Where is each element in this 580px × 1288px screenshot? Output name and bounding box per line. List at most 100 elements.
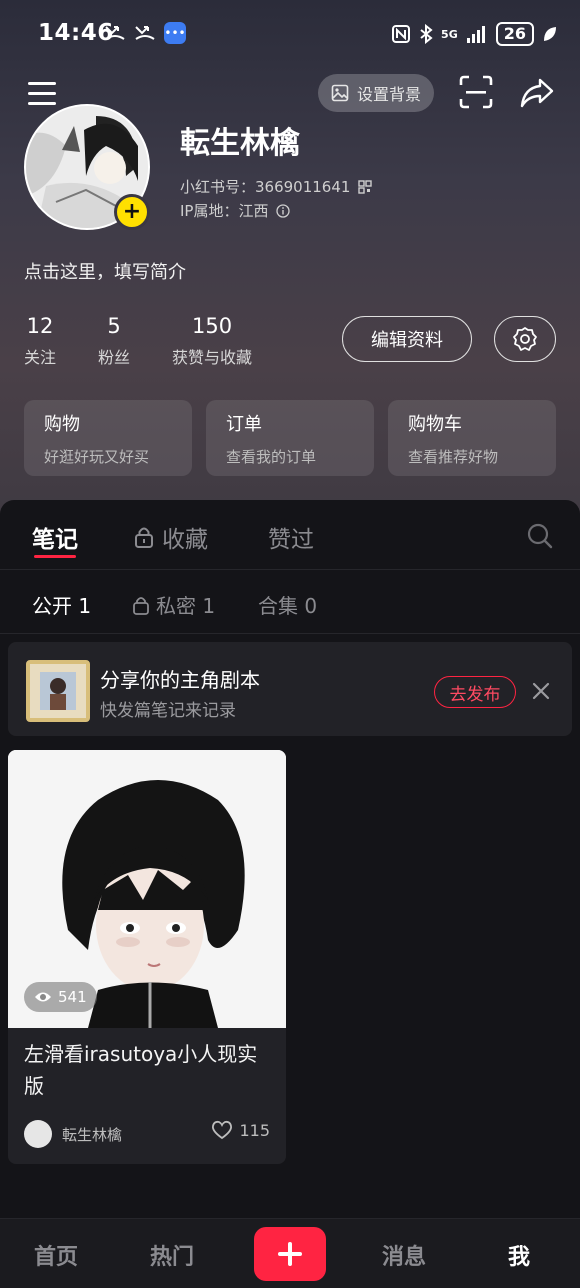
card-title: 购物车 [408,414,462,435]
close-promo-button[interactable] [530,680,552,702]
profile-stats: 12 关注 5 粉丝 150 获赞与收藏 [24,314,294,368]
nav-trending[interactable]: 热门 [150,1239,194,1271]
subtab-public[interactable]: 公开 1 [32,590,91,619]
hamburger-icon [28,82,56,105]
nfc-icon [392,25,411,43]
scan-button[interactable] [458,74,494,110]
battery-indicator: 26 [495,22,534,46]
share-button[interactable] [518,74,556,112]
promo-subtitle: 快发篇笔记来记录 [100,701,236,721]
plus-icon [278,1242,302,1266]
view-count-badge: 541 [24,982,97,1012]
like-button[interactable]: 115 [211,1120,270,1140]
stat-following[interactable]: 12 关注 [24,314,56,368]
network-label: 5G [441,27,458,41]
share-icon [520,78,554,108]
tab-bar: 笔记 收藏 赞过 [0,500,580,570]
promo-banner[interactable]: 分享你的主角剧本 快发篇笔记来记录 去发布 [8,642,572,736]
close-icon [532,682,550,700]
nav-me[interactable]: 我 [508,1239,530,1271]
card-orders[interactable]: 订单 查看我的订单 [206,400,374,476]
promo-title: 分享你的主角剧本 [100,668,260,692]
status-time: 14:46 [38,20,114,46]
view-count: 541 [58,988,87,1006]
missed-call-icon [135,26,155,40]
bottom-nav: 首页 热门 消息 我 [0,1218,580,1288]
author-name: 転生林檎 [62,1125,123,1144]
notification-icons: ••• [104,22,186,44]
menu-button[interactable] [26,76,60,110]
active-tab-indicator [34,555,76,558]
card-title: 订单 [226,414,262,435]
subtab-private-label: 私密 1 [156,594,216,618]
profile-ip: IP属地：江西 [180,200,291,221]
subtab-albums[interactable]: 合集 0 [258,590,317,619]
card-subtitle: 查看推荐好物 [408,448,499,466]
add-avatar-button[interactable]: + [114,194,150,230]
nav-messages[interactable]: 消息 [382,1239,426,1271]
tab-liked-label: 赞过 [268,527,314,553]
edit-profile-button[interactable]: 编辑资料 [342,316,472,362]
card-title: 购物 [44,414,80,435]
stat-followers-label: 粉丝 [98,348,131,367]
subtab-albums-label: 合集 0 [258,594,318,618]
tab-notes[interactable]: 笔记 [32,520,78,554]
profile-bio[interactable]: 点击这里，填写简介 [24,258,186,284]
subtab-private[interactable]: 私密 1 [132,590,215,619]
tab-collections[interactable]: 收藏 [134,520,208,554]
content-panel: 笔记 收藏 赞过 公开 1 私密 1 合集 0 分享你的主角剧本 快发篇笔记来记 [0,500,580,1220]
stat-following-label: 关注 [24,348,57,367]
status-bar: 14:46 ••• 5G 26 [0,0,580,70]
card-cart[interactable]: 购物车 查看推荐好物 [388,400,556,476]
search-icon [527,523,553,549]
info-icon[interactable] [276,203,291,218]
settings-button[interactable] [494,316,556,362]
lock-icon [133,596,149,615]
leaf-icon [544,27,556,41]
stat-followers[interactable]: 5 粉丝 [98,314,130,368]
card-shopping[interactable]: 购物 好逛好玩又好买 [24,400,192,476]
stat-likes[interactable]: 150 获赞与收藏 [172,314,252,368]
note-title: 左滑看irasutoya小人现实版 [24,1042,258,1098]
signal-icon [466,26,485,43]
author-avatar [24,1120,52,1148]
portrait-frame-illustration [30,664,86,718]
publish-button[interactable]: 去发布 [434,676,516,708]
card-subtitle: 查看我的订单 [226,448,317,466]
stat-followers-count: 5 [107,314,121,338]
ip-label: IP属地：江西 [180,202,269,220]
like-count: 115 [239,1120,270,1140]
heart-icon [212,1120,233,1140]
stat-following-count: 12 [26,314,54,338]
shortcut-cards: 购物 好逛好玩又好买 订单 查看我的订单 购物车 查看推荐好物 [24,400,556,476]
tab-collections-label: 收藏 [162,527,208,553]
card-subtitle: 好逛好玩又好买 [44,448,150,466]
uid-label: 小红书号：3669011641 [180,178,351,196]
system-icons: 5G 26 [391,22,558,46]
gear-icon [513,327,537,351]
note-author[interactable]: 転生林檎 [24,1120,122,1148]
set-background-label: 设置背景 [356,85,421,104]
tab-liked[interactable]: 赞过 [268,520,314,554]
tab-notes-label: 笔记 [32,527,78,553]
scan-icon [459,75,493,109]
note-card[interactable]: 541 左滑看irasutoya小人现实版 転生林檎 115 [8,750,286,1164]
set-background-button[interactable]: 设置背景 [318,74,434,112]
lock-icon [135,527,153,548]
create-post-button[interactable] [254,1227,326,1281]
profile-uid: 小红书号：3669011641 [180,176,373,197]
search-button[interactable] [526,522,554,550]
stat-likes-label: 获赞与收藏 [172,348,253,367]
stat-likes-count: 150 [191,314,233,338]
subtab-bar: 公开 1 私密 1 合集 0 [0,570,580,634]
missed-call-icon [105,26,125,40]
image-icon [331,84,349,102]
profile-name: 転生林檎 [180,126,300,161]
nav-home[interactable]: 首页 [34,1239,78,1271]
promo-thumbnail [26,660,90,722]
message-app-icon: ••• [164,22,186,44]
subtab-public-label: 公开 1 [32,594,92,618]
eye-icon [35,992,51,1002]
qr-code-icon[interactable] [358,179,373,194]
bluetooth-icon [420,24,433,44]
